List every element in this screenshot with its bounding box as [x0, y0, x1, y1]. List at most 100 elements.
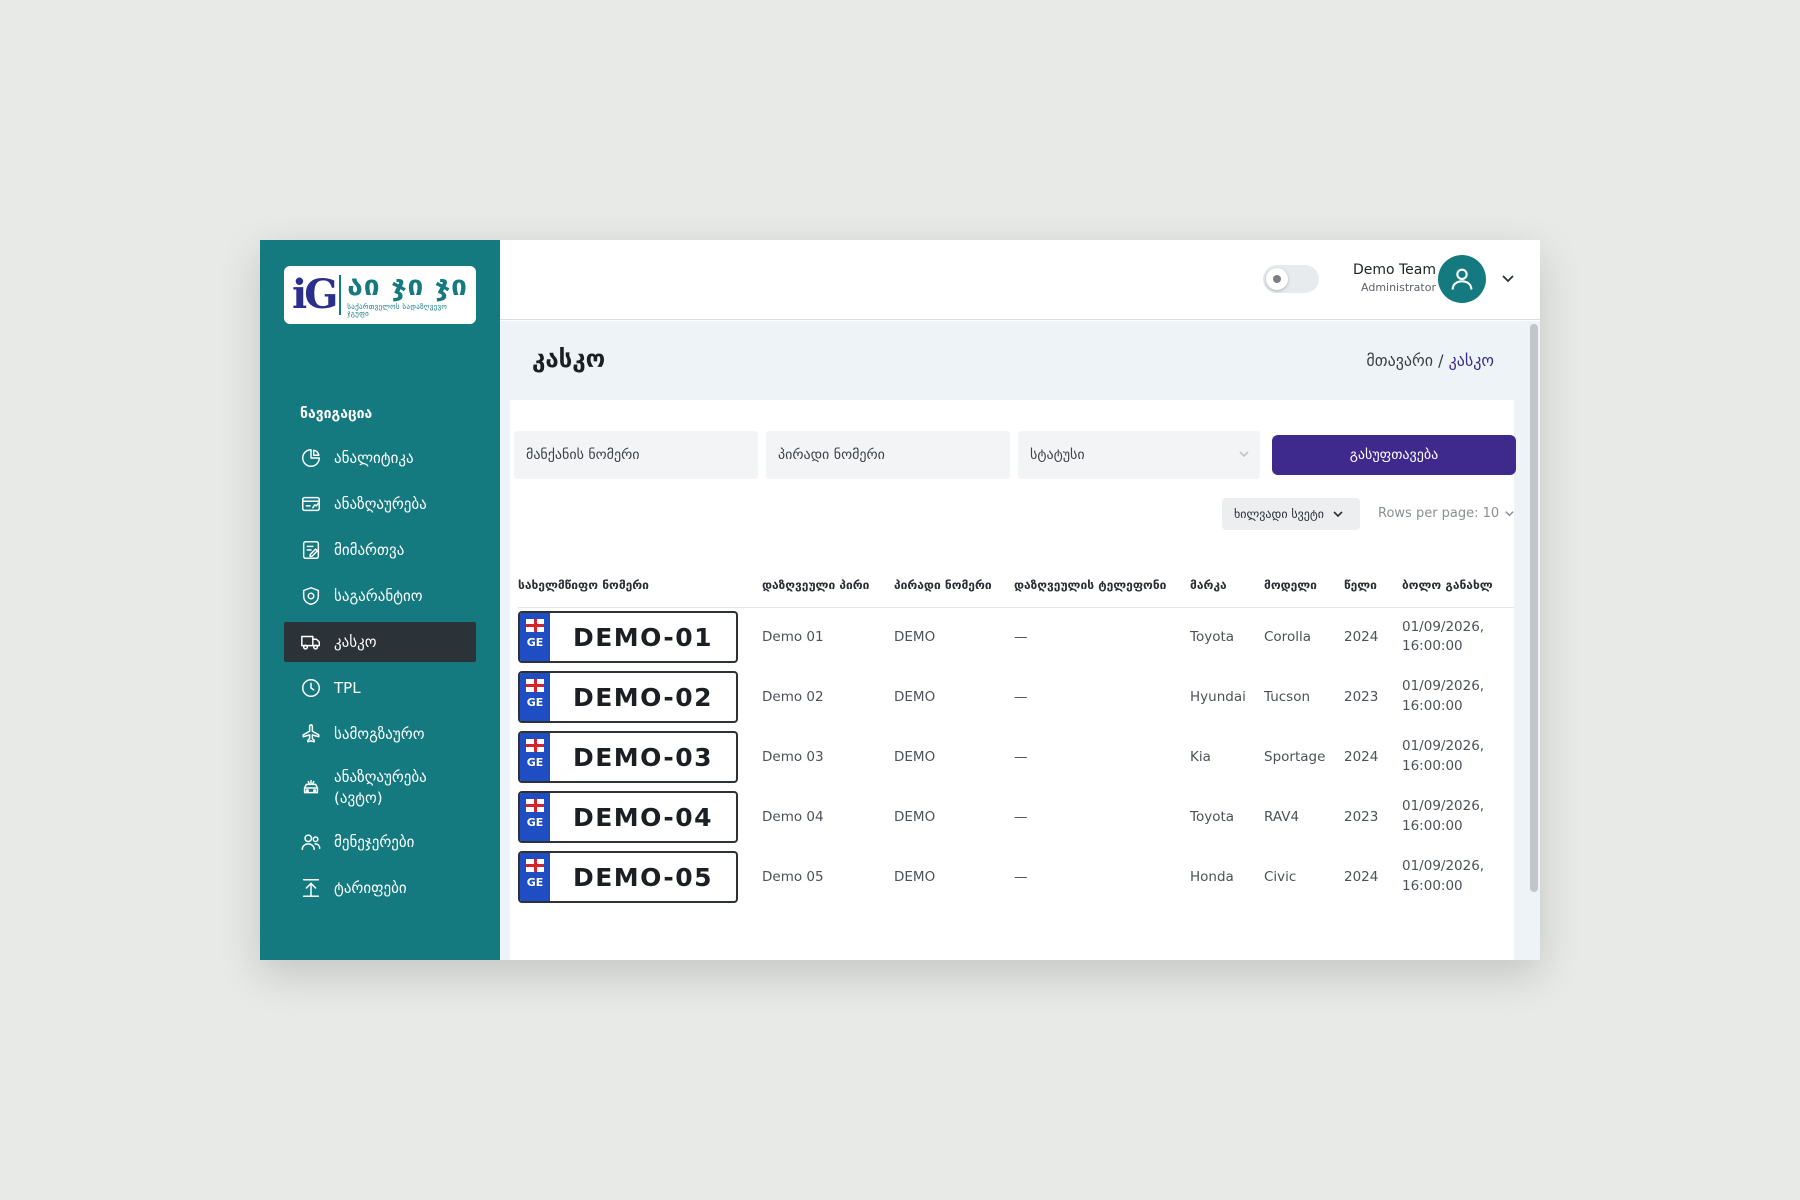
year-cell: 2023: [1344, 689, 1379, 705]
sidebar-item-claims[interactable]: ანაზღაურება: [284, 484, 476, 524]
georgia-flag-icon: [526, 799, 544, 812]
license-plate: GE DEMO-03: [518, 731, 738, 783]
column-header[interactable]: მოდელი: [1264, 551, 1344, 608]
column-header[interactable]: დაზღვეულის ტელეფონი: [1014, 551, 1190, 608]
model-cell: Sportage: [1264, 749, 1326, 765]
phone-cell: —: [1014, 749, 1028, 765]
clock-icon: [300, 677, 322, 699]
table-row[interactable]: GE DEMO-02 Demo 02 DEMO — Hyundai Tucson …: [518, 667, 1514, 727]
insured-cell: Demo 02: [762, 689, 824, 705]
plate-country-band: GE: [520, 793, 550, 841]
license-plate: GE DEMO-05: [518, 851, 738, 903]
status-select[interactable]: სტატუსი: [1018, 431, 1260, 479]
table-row[interactable]: GE DEMO-03 Demo 03 DEMO — Kia Sportage 20…: [518, 727, 1514, 787]
make-cell: Honda: [1190, 869, 1234, 885]
plate-country-band: GE: [520, 673, 550, 721]
theme-toggle[interactable]: [1263, 265, 1319, 293]
personal-number-cell: DEMO: [894, 629, 936, 646]
table-row[interactable]: GE DEMO-01 Demo 01 DEMO — Toyota Corolla …: [518, 607, 1514, 667]
plate-number: DEMO-05: [572, 862, 714, 892]
georgia-flag-icon: [526, 679, 544, 692]
table-row[interactable]: GE DEMO-04 Demo 04 DEMO — Toyota RAV4 202…: [518, 787, 1514, 847]
sidebar-item-label: ანაზღაურება: [334, 494, 427, 513]
updated-cell: 01/09/2026, 16:00:00: [1402, 787, 1514, 847]
avatar[interactable]: [1438, 255, 1486, 303]
insured-cell: Demo 01: [762, 629, 824, 646]
year-cell: 2024: [1344, 629, 1379, 646]
updated-time: 16:00:00: [1402, 638, 1463, 655]
make-cell: Toyota: [1190, 809, 1235, 825]
page-title: კასკო: [532, 345, 606, 373]
plate-number: DEMO-03: [572, 742, 714, 772]
updated-cell: 01/09/2026, 16:00:00: [1402, 607, 1514, 667]
sidebar-item-tpl[interactable]: TPL: [284, 668, 476, 708]
insured-cell: Demo 03: [762, 749, 824, 765]
make-cell: Hyundai: [1190, 689, 1246, 705]
column-header[interactable]: სახელმწიფო ნომერი: [518, 551, 762, 608]
sidebar-item-analytics[interactable]: ანალიტიკა: [284, 438, 476, 478]
visible-columns-label: ხილვადი სვეტი: [1234, 507, 1324, 521]
table-row[interactable]: GE DEMO-05 Demo 05 DEMO — Honda Civic 202…: [518, 847, 1514, 907]
car-number-input[interactable]: [514, 431, 758, 479]
column-header[interactable]: პირადი ნომერი: [894, 551, 1014, 608]
sidebar-nav: ანალიტიკა ანაზღაურება მიმართვა საგარანტი…: [284, 438, 476, 914]
user-icon: [1451, 268, 1473, 290]
plate-country-code: GE: [526, 756, 544, 769]
sidebar-item-requests[interactable]: მიმართვა: [284, 530, 476, 570]
year-cell: 2024: [1344, 749, 1379, 765]
plate-country-code: GE: [526, 696, 544, 709]
license-plate: GE DEMO-02: [518, 671, 738, 723]
insured-cell: Demo 05: [762, 869, 824, 885]
plate-cell: GE DEMO-03: [518, 727, 762, 787]
personal-number-cell: DEMO: [894, 749, 936, 765]
plate-cell: GE DEMO-04: [518, 787, 762, 847]
sidebar-item-managers[interactable]: მენეჯერები: [284, 822, 476, 862]
model-cell: Civic: [1264, 869, 1297, 885]
updated-date: 01/09/2026,: [1402, 798, 1485, 815]
updated-date: 01/09/2026,: [1402, 678, 1485, 695]
model-cell: Corolla: [1264, 629, 1311, 646]
georgia-flag-icon: [526, 859, 544, 872]
make-cell: Toyota: [1190, 629, 1235, 646]
personal-number-cell: DEMO: [894, 809, 936, 825]
sidebar-item-travel[interactable]: სამოგზაურო: [284, 714, 476, 754]
visible-columns-button[interactable]: ხილვადი სვეტი: [1222, 498, 1360, 530]
brand-logo[interactable]: iG აი ჯი ჯი საქართველოს სადაზღვევო ჯგუფი: [284, 266, 476, 324]
user-menu-chevron-down-icon[interactable]: [1500, 270, 1516, 286]
updated-cell: 01/09/2026, 16:00:00: [1402, 727, 1514, 787]
users-icon: [300, 831, 322, 853]
plate-country-code: GE: [526, 876, 544, 889]
plate-country-code: GE: [526, 816, 544, 829]
plate-cell: GE DEMO-05: [518, 847, 762, 907]
sidebar-item-label: საგარანტიო: [334, 586, 423, 605]
sidebar-item-warranty[interactable]: საგარანტიო: [284, 576, 476, 616]
user-name: Demo Team: [1352, 262, 1436, 278]
sidebar-item-auto-claims[interactable]: ანაზღაურება (ავტო): [284, 760, 476, 816]
column-header[interactable]: ბოლო განახლ: [1402, 551, 1514, 608]
rows-per-page-select[interactable]: Rows per page: 10: [1378, 506, 1515, 521]
license-plate: GE DEMO-04: [518, 791, 738, 843]
airplane-icon: [300, 723, 322, 745]
sidebar-item-label: ტარიფები: [334, 878, 407, 897]
sidebar-item-label: ანალიტიკა: [334, 448, 414, 467]
column-header[interactable]: დაზღვეული პირი: [762, 551, 894, 608]
vertical-scrollbar-thumb[interactable]: [1530, 324, 1538, 892]
sidebar-item-tariffs[interactable]: ტარიფები: [284, 868, 476, 908]
payment-card-icon: [300, 493, 322, 515]
column-header[interactable]: მარკა: [1190, 551, 1264, 608]
clear-filters-button[interactable]: გასუფთავება: [1272, 435, 1516, 475]
insured-cell: Demo 04: [762, 809, 824, 825]
rows-per-page-label: Rows per page: 10: [1378, 506, 1500, 521]
logo-text: აი ჯი ჯი საქართველოს სადაზღვევო ჯგუფი: [347, 272, 468, 318]
truck-icon: [300, 631, 322, 653]
updated-date: 01/09/2026,: [1402, 738, 1485, 755]
vertical-scrollbar[interactable]: [1530, 324, 1538, 960]
breadcrumb-home[interactable]: მთავარი /: [1366, 351, 1443, 370]
sidebar-item-casco[interactable]: კასკო: [284, 622, 476, 662]
personal-number-input[interactable]: [766, 431, 1010, 479]
main-content: კასკო მთავარი / კასკო სტატუსი გასუფთავებ…: [500, 321, 1540, 960]
status-placeholder: სტატუსი: [1030, 447, 1085, 463]
user-info[interactable]: Demo Team Administrator: [1318, 262, 1436, 294]
column-header[interactable]: წელი: [1344, 551, 1402, 608]
edit-document-icon: [300, 539, 322, 561]
